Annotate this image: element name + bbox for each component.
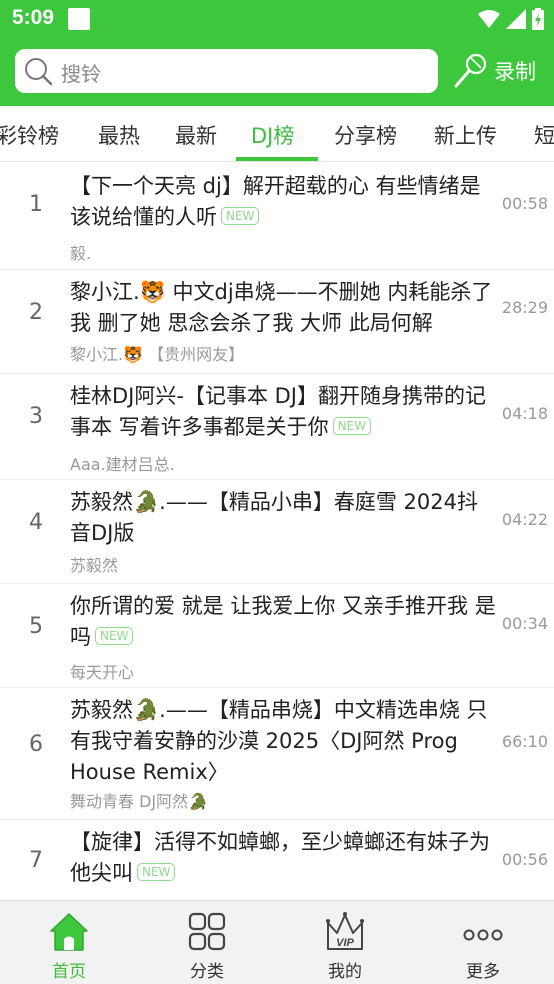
song-artist: 黎小江.🐯 【贵州网友】 xyxy=(70,345,245,364)
song-title: 【旋律】活得不如蟑螂，至少蟑螂还有妹子为他尖叫 NEW xyxy=(70,827,498,889)
song-duration: 04:22 xyxy=(501,510,548,529)
song-duration: 00:56 xyxy=(501,850,548,869)
song-title-text: 苏毅然🐊.——【精品串烧】中文精选串烧 只有我守着安静的沙漠 2025〈DJ阿然… xyxy=(70,698,488,784)
song-artist: 苏毅然 xyxy=(70,556,119,575)
list-item[interactable]: 2 黎小江.🐯 中文dj串烧——不删她 内耗能杀了我 删了她 思念会杀了我 大师… xyxy=(0,270,554,374)
song-title: 你所谓的爱 就是 让我爱上你 又亲手推开我 是吗 NEW xyxy=(70,591,498,653)
song-duration: 66:10 xyxy=(501,732,548,751)
search-input[interactable]: 搜铃 xyxy=(15,49,438,93)
song-artist: 舞动青春 DJ阿然🐊 xyxy=(70,792,209,811)
tab-dj[interactable]: DJ榜 xyxy=(251,120,294,150)
record-button[interactable]: 录制 xyxy=(452,48,548,94)
tab-share[interactable]: 分享榜 xyxy=(334,120,397,150)
song-artist: Aaa.建材吕总. xyxy=(70,455,175,474)
song-title: 桂林DJ阿兴-【记事本 DJ】翻开随身携带的记事本 写着许多事都是关于你 NEW xyxy=(70,381,498,443)
rank-number: 7 xyxy=(29,848,43,873)
song-duration: 00:58 xyxy=(501,194,548,213)
new-badge: NEW xyxy=(137,863,176,881)
song-title-text: 你所谓的爱 就是 让我爱上你 又亲手推开我 是吗 xyxy=(70,594,496,649)
svg-text:VIP: VIP xyxy=(336,937,354,949)
nav-mine[interactable]: VIP 我的 xyxy=(276,901,414,984)
active-tab-indicator xyxy=(236,157,318,161)
wifi-icon xyxy=(478,10,500,28)
signal-icon xyxy=(506,9,526,29)
rank-number: 1 xyxy=(29,192,43,217)
bottom-navigation: 首页 分类 VIP 我的 更多 xyxy=(0,900,554,984)
nav-label: 分类 xyxy=(190,962,224,982)
new-badge: NEW xyxy=(332,417,372,435)
song-title: 黎小江.🐯 中文dj串烧——不删她 内耗能杀了我 删了她 思念会杀了我 大师 此… xyxy=(70,277,498,339)
notification-icon xyxy=(68,8,90,30)
song-title-text: 桂林DJ阿兴-【记事本 DJ】翻开随身携带的记事本 写着许多事都是关于你 xyxy=(70,384,486,439)
battery-icon xyxy=(532,8,544,30)
home-icon xyxy=(50,913,88,951)
nav-label: 更多 xyxy=(466,962,500,982)
category-tabs: 彩铃榜 最热 最新 DJ榜 分享榜 新上传 短 xyxy=(0,106,554,162)
status-icons xyxy=(478,8,544,30)
list-item[interactable]: 4 苏毅然🐊.——【精品小串】春庭雪 2024抖音DJ版 苏毅然 04:22 xyxy=(0,480,554,584)
nav-category[interactable]: 分类 xyxy=(138,901,276,984)
song-title-text: 苏毅然🐊.——【精品小串】春庭雪 2024抖音DJ版 xyxy=(70,490,478,545)
song-duration: 28:29 xyxy=(501,298,548,317)
microphone-icon xyxy=(454,53,487,88)
new-badge: NEW xyxy=(95,627,134,645)
tab-new-upload[interactable]: 新上传 xyxy=(434,120,497,150)
song-title-text: 黎小江.🐯 中文dj串烧——不删她 内耗能杀了我 删了她 思念会杀了我 大师 此… xyxy=(70,280,493,335)
song-duration: 04:18 xyxy=(501,404,548,423)
song-list: 1 【下一个天亮 dj】解开超载的心 有些情绪是该说给懂的人听 NEW 毅. 00… xyxy=(0,162,554,900)
rank-number: 3 xyxy=(29,404,43,429)
song-title-text: 【旋律】活得不如蟑螂，至少蟑螂还有妹子为他尖叫 xyxy=(70,830,490,885)
app-header: 5:09 搜铃 录制 xyxy=(0,0,554,106)
list-item[interactable]: 3 桂林DJ阿兴-【记事本 DJ】翻开随身携带的记事本 写着许多事都是关于你 NE… xyxy=(0,374,554,480)
search-icon xyxy=(25,58,53,86)
nav-label: 我的 xyxy=(328,962,362,982)
rank-number: 6 xyxy=(29,732,43,757)
search-placeholder: 搜铃 xyxy=(61,62,101,86)
song-title-text: 【下一个天亮 dj】解开超载的心 有些情绪是该说给懂的人听 xyxy=(70,174,481,229)
grid-icon xyxy=(188,912,226,951)
status-bar: 5:09 xyxy=(0,0,554,38)
song-title: 苏毅然🐊.——【精品串烧】中文精选串烧 只有我守着安静的沙漠 2025〈DJ阿然… xyxy=(70,695,498,788)
song-artist: 每天开心 xyxy=(70,663,135,682)
tab-ringback[interactable]: 彩铃榜 xyxy=(0,120,59,150)
tab-hot[interactable]: 最热 xyxy=(98,120,140,150)
song-title: 【下一个天亮 dj】解开超载的心 有些情绪是该说给懂的人听 NEW xyxy=(70,171,498,233)
tab-latest[interactable]: 最新 xyxy=(175,120,217,150)
song-title: 苏毅然🐊.——【精品小串】春庭雪 2024抖音DJ版 xyxy=(70,487,498,549)
tab-short[interactable]: 短 xyxy=(534,120,554,150)
list-item[interactable]: 7 【旋律】活得不如蟑螂，至少蟑螂还有妹子为他尖叫 NEW 00:56 xyxy=(0,820,554,900)
list-item[interactable]: 6 苏毅然🐊.——【精品串烧】中文精选串烧 只有我守着安静的沙漠 2025〈DJ… xyxy=(0,688,554,820)
record-label: 录制 xyxy=(494,60,536,84)
new-badge: NEW xyxy=(221,207,260,225)
nav-more[interactable]: 更多 xyxy=(414,901,552,984)
nav-home[interactable]: 首页 xyxy=(0,901,138,984)
rank-number: 4 xyxy=(29,510,43,535)
nav-label: 首页 xyxy=(52,962,86,982)
song-artist: 毅. xyxy=(70,244,92,263)
song-duration: 00:34 xyxy=(501,614,548,633)
list-item[interactable]: 5 你所谓的爱 就是 让我爱上你 又亲手推开我 是吗 NEW 每天开心 00:34 xyxy=(0,584,554,688)
more-dots-icon xyxy=(463,929,503,941)
vip-crown-icon: VIP xyxy=(326,912,364,950)
rank-number: 5 xyxy=(29,614,43,639)
status-time: 5:09 xyxy=(12,6,55,29)
list-item[interactable]: 1 【下一个天亮 dj】解开超载的心 有些情绪是该说给懂的人听 NEW 毅. 00… xyxy=(0,162,554,270)
rank-number: 2 xyxy=(29,300,43,325)
